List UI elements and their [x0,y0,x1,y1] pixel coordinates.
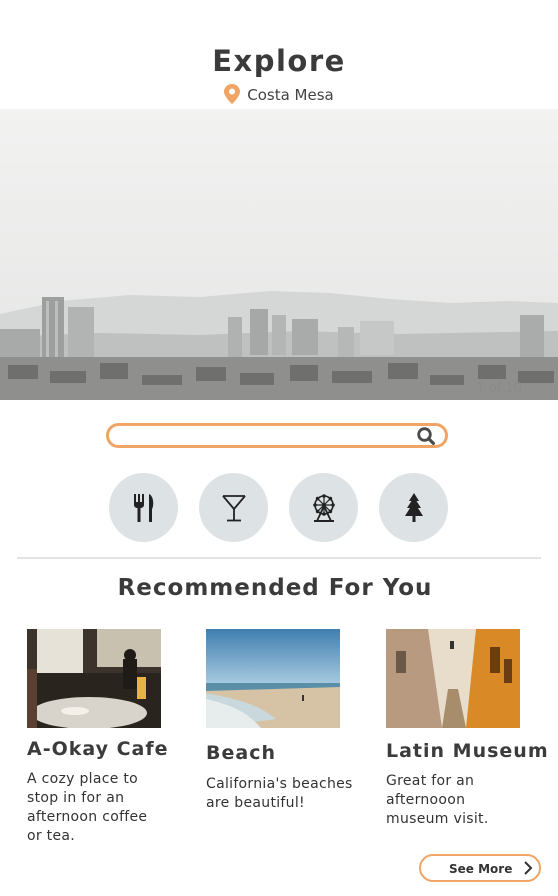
see-more-label: See More [449,862,513,876]
pine-tree-icon [404,492,423,522]
recommendation-card[interactable]: A-Okay Cafe A cozy place to stop in for … [27,629,192,846]
category-outdoors-button[interactable] [379,473,448,542]
category-attractions-button[interactable] [289,473,358,542]
category-bars-button[interactable] [199,473,268,542]
cafe-photo [27,629,161,728]
card-title: Latin Museum [386,740,549,762]
recommended-heading: Recommended For You [117,575,433,601]
cocktail-icon [221,494,246,521]
ferris-wheel-icon [312,493,335,522]
search-icon[interactable] [417,427,435,445]
search-bar[interactable] [106,423,448,448]
location-label: Costa Mesa [247,86,334,104]
beach-photo [206,629,340,728]
recommendation-card[interactable]: Beach California's beaches are beautiful… [206,629,371,813]
page-title: Explore [212,44,346,78]
card-description: Great for an afternooon museum visit. [386,773,489,827]
app-header: Explore Costa Mesa [0,0,558,109]
map-pin-icon [224,84,241,104]
chevron-right-icon [524,861,533,875]
city-skyline-image [0,109,558,400]
fork-knife-icon [133,493,153,522]
location-indicator[interactable]: Costa Mesa [0,84,558,104]
carousel-counter: 1 of 10 [476,381,522,396]
hero-image-carousel[interactable]: 1 of 10 [0,109,558,400]
card-title: A-Okay Cafe [27,738,169,760]
card-title: Beach [206,742,276,764]
museum-photo [386,629,520,728]
section-divider [17,557,541,559]
category-restaurants-button[interactable] [109,473,178,542]
card-description: A cozy place to stop in for an afternoon… [27,771,148,844]
see-more-button[interactable]: See More [419,854,541,882]
recommendation-card[interactable]: Latin Museum Great for an afternooon mus… [386,629,551,829]
card-description: California's beaches are beautiful! [206,776,353,811]
